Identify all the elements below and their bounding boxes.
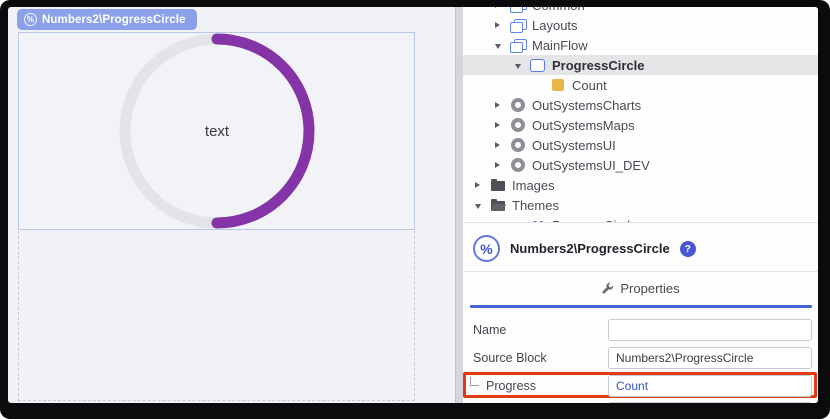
tree-item-common[interactable]: Common	[463, 7, 818, 15]
properties-title: Numbers2\ProgressCircle	[510, 241, 670, 256]
collapse-arrow-icon[interactable]	[495, 40, 509, 50]
tab-properties-label: Properties	[620, 281, 680, 296]
selected-widget-badge[interactable]: % Numbers2\ProgressCircle	[17, 9, 197, 30]
expand-arrow-icon[interactable]	[475, 180, 489, 190]
tree-item-label: Themes	[512, 197, 559, 213]
property-row-progress: Progress	[463, 374, 818, 397]
progress-circle-widget[interactable]: text	[18, 32, 415, 230]
property-label: Progress	[486, 378, 537, 393]
tree-item-mainflow[interactable]: MainFlow	[463, 35, 818, 55]
tree-item-images[interactable]: Images	[463, 175, 818, 195]
tree-item-label: OutSystemsUI	[532, 137, 616, 153]
tree-item-label: OutSystemsMaps	[532, 117, 635, 133]
tree-item-label: ProgressCircle	[552, 218, 637, 223]
collapse-arrow-icon[interactable]	[515, 60, 529, 70]
property-input-name[interactable]	[608, 318, 812, 341]
theme-icon	[531, 219, 545, 222]
expand-arrow-icon[interactable]	[495, 100, 509, 110]
tree-item-label: Images	[512, 177, 555, 193]
tree-item-progresscircle[interactable]: ProgressCircle	[463, 215, 818, 222]
expand-arrow-icon[interactable]	[495, 160, 509, 170]
folder-icon	[490, 179, 505, 191]
screen-icon	[530, 58, 545, 72]
property-label: Name	[473, 322, 507, 337]
right-panel: Common Layouts MainFlow ProgressCircle C…	[463, 7, 818, 403]
properties-header: % Numbers2\ProgressCircle ?	[463, 223, 818, 271]
progress-center-text: text	[204, 122, 230, 140]
tab-properties[interactable]: Properties	[463, 272, 818, 305]
tree-item-outsystemsmaps[interactable]: OutSystemsMaps	[463, 115, 818, 135]
tree-item-label: MainFlow	[532, 37, 588, 53]
child-connector-icon	[470, 377, 479, 386]
design-canvas[interactable]: % Numbers2\ProgressCircle text	[8, 7, 455, 403]
tree-item-themes[interactable]: Themes	[463, 195, 818, 215]
tree-item-count[interactable]: Count	[463, 75, 818, 95]
panel-splitter[interactable]	[455, 7, 463, 403]
arrow-icon	[535, 80, 549, 90]
app-content: % Numbers2\ProgressCircle text Common La…	[8, 7, 818, 403]
canvas-empty-placeholder[interactable]	[18, 231, 415, 401]
percent-circle-icon: %	[473, 235, 500, 262]
property-input-source-block[interactable]	[608, 346, 812, 369]
property-row-name: Name	[463, 318, 818, 341]
property-row-source-block: Source Block	[463, 346, 818, 369]
property-label: Source Block	[473, 350, 547, 365]
tree-item-label: ProgressCircle	[552, 57, 645, 73]
arrow-icon	[515, 220, 529, 222]
tree-item-label: Count	[572, 77, 607, 93]
expand-arrow-icon[interactable]	[495, 120, 509, 130]
producer-icon	[510, 98, 525, 112]
producer-icon	[510, 118, 525, 132]
percent-circle-icon: %	[24, 13, 37, 26]
property-fields: Name Source Block Progress	[463, 308, 818, 403]
tree-item-outsystemsui_dev[interactable]: OutSystemsUI_DEV	[463, 155, 818, 175]
expand-arrow-icon[interactable]	[495, 140, 509, 150]
tree-item-label: Layouts	[532, 17, 578, 33]
tree-item-label: OutSystemsUI_DEV	[532, 157, 650, 173]
property-input-progress[interactable]	[608, 374, 812, 397]
tree-item-layouts[interactable]: Layouts	[463, 15, 818, 35]
variable-icon	[551, 79, 564, 91]
expand-arrow-icon[interactable]	[495, 7, 509, 10]
selected-widget-badge-label: Numbers2\ProgressCircle	[42, 13, 186, 26]
next-property-input-partial[interactable]	[608, 402, 812, 403]
tree-item-outsystemscharts[interactable]: OutSystemsCharts	[463, 95, 818, 115]
producer-icon	[510, 158, 525, 172]
tree-item-progresscircle[interactable]: ProgressCircle	[463, 55, 818, 75]
tree-item-label: Common	[532, 7, 585, 13]
collapse-arrow-icon[interactable]	[475, 200, 489, 210]
expand-arrow-icon[interactable]	[495, 20, 509, 30]
wrench-icon	[602, 282, 614, 294]
tree-item-label: OutSystemsCharts	[532, 97, 642, 113]
folder-open-icon	[490, 199, 505, 211]
ui-flow-icon	[510, 18, 527, 33]
window-frame: % Numbers2\ProgressCircle text Common La…	[0, 0, 830, 419]
ui-flow-icon	[510, 38, 527, 53]
properties-panel: % Numbers2\ProgressCircle ? Properties N…	[463, 223, 818, 403]
producer-icon	[510, 138, 525, 152]
module-tree: Common Layouts MainFlow ProgressCircle C…	[463, 7, 818, 222]
tree-item-outsystemsui[interactable]: OutSystemsUI	[463, 135, 818, 155]
ui-flow-icon	[510, 7, 527, 13]
help-icon[interactable]: ?	[679, 240, 696, 257]
